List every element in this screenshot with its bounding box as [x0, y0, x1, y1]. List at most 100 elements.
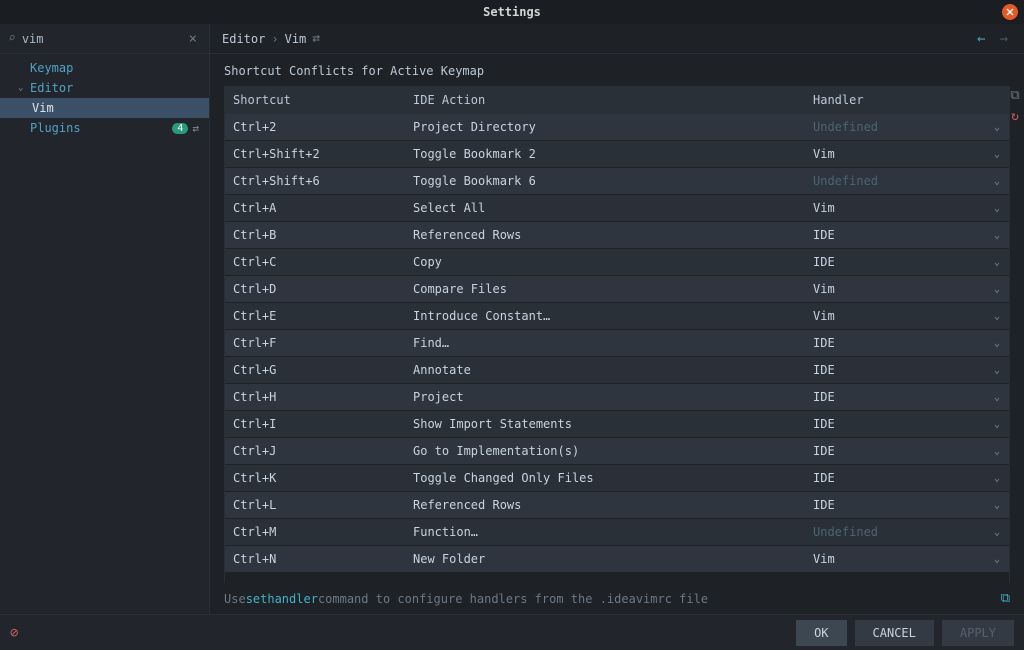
table-row[interactable]: Ctrl+JGo to Implementation(s)IDE⌄ [225, 438, 1009, 465]
footer: ⊘ OK CANCEL APPLY [0, 614, 1024, 650]
cell-action: Compare Files [405, 276, 805, 302]
cell-handler[interactable]: Undefined [805, 168, 985, 194]
external-link-icon[interactable]: ⧉ [1001, 591, 1010, 606]
table-row[interactable]: Ctrl+EIntroduce Constant…Vim⌄ [225, 303, 1009, 330]
chevron-down-icon: ⌄ [18, 83, 28, 93]
cell-action: New Folder [405, 546, 805, 572]
cell-handler[interactable]: IDE [805, 492, 985, 518]
table-row[interactable]: Ctrl+ASelect AllVim⌄ [225, 195, 1009, 222]
breadcrumb-separator: › [271, 32, 278, 46]
cell-action: Annotate [405, 357, 805, 383]
cell-handler[interactable]: IDE [805, 222, 985, 248]
cell-handler[interactable]: IDE [805, 249, 985, 275]
tree-item-plugins[interactable]: Plugins 4 ⇄ [0, 118, 209, 138]
cell-handler[interactable]: IDE [805, 411, 985, 437]
table-row[interactable]: Ctrl+GAnnotateIDE⌄ [225, 357, 1009, 384]
apply-button[interactable]: APPLY [942, 620, 1014, 646]
table-row[interactable]: Ctrl+KToggle Changed Only FilesIDE⌄ [225, 465, 1009, 492]
chevron-down-icon[interactable]: ⌄ [985, 303, 1009, 329]
cell-shortcut: Ctrl+N [225, 546, 405, 572]
reset-icon[interactable]: ⇄ [312, 31, 320, 46]
tree-item-vim[interactable]: Vim [0, 98, 209, 118]
table-toolbar: ⧉ ↻ [1006, 86, 1024, 124]
section-header: Shortcut Conflicts for Active Keymap [210, 54, 1024, 86]
chevron-down-icon[interactable]: ⌄ [985, 438, 1009, 464]
refresh-icon[interactable]: ↻ [1011, 109, 1019, 124]
cell-handler[interactable]: Vim [805, 195, 985, 221]
tree-item-editor[interactable]: ⌄ Editor [0, 78, 209, 98]
table-row[interactable]: Ctrl+IShow Import StatementsIDE⌄ [225, 411, 1009, 438]
table-row[interactable]: Ctrl+MFunction…Undefined⌄ [225, 519, 1009, 546]
search-input[interactable] [22, 32, 179, 46]
reset-icon[interactable]: ⇄ [192, 122, 199, 135]
chevron-down-icon[interactable]: ⌄ [985, 168, 1009, 194]
hint-bar: Use sethandler command to configure hand… [210, 583, 1024, 614]
tree-label: Keymap [30, 61, 199, 75]
cell-handler[interactable]: IDE [805, 384, 985, 410]
chevron-down-icon[interactable]: ⌄ [985, 141, 1009, 167]
table-row[interactable]: Ctrl+Shift+2Toggle Bookmark 2Vim⌄ [225, 141, 1009, 168]
cell-handler[interactable]: Vim [805, 546, 985, 572]
table-row[interactable]: Ctrl+CCopyIDE⌄ [225, 249, 1009, 276]
titlebar: Settings [0, 0, 1024, 24]
chevron-down-icon[interactable]: ⌄ [985, 546, 1009, 572]
cell-action: Copy [405, 249, 805, 275]
cell-action: Referenced Rows [405, 222, 805, 248]
cell-shortcut: Ctrl+J [225, 438, 405, 464]
cell-handler[interactable]: Undefined [805, 519, 985, 545]
table-row[interactable]: Ctrl+2Project DirectoryUndefined⌄ [225, 114, 1009, 141]
cell-handler[interactable]: IDE [805, 438, 985, 464]
cell-action: Find… [405, 330, 805, 356]
table-row[interactable]: Ctrl+DCompare FilesVim⌄ [225, 276, 1009, 303]
chevron-down-icon[interactable]: ⌄ [985, 222, 1009, 248]
chevron-down-icon[interactable]: ⌄ [985, 195, 1009, 221]
chevron-down-icon[interactable]: ⌄ [985, 492, 1009, 518]
chevron-down-icon[interactable]: ⌄ [985, 411, 1009, 437]
table-row[interactable]: Ctrl+LReferenced RowsIDE⌄ [225, 492, 1009, 519]
nav-forward-button[interactable]: → [996, 31, 1012, 47]
table-row[interactable]: Ctrl+FFind…IDE⌄ [225, 330, 1009, 357]
cell-action: Toggle Bookmark 2 [405, 141, 805, 167]
chevron-down-icon[interactable]: ⌄ [985, 384, 1009, 410]
plugins-update-badge: 4 [172, 123, 188, 134]
breadcrumb-parent[interactable]: Editor [222, 32, 265, 46]
cell-handler[interactable]: IDE [805, 357, 985, 383]
close-button[interactable] [1002, 4, 1018, 20]
cancel-button[interactable]: CANCEL [855, 620, 934, 646]
copy-icon[interactable]: ⧉ [1010, 88, 1019, 103]
cell-handler[interactable]: Vim [805, 141, 985, 167]
cell-shortcut: Ctrl+F [225, 330, 405, 356]
cell-action: Function… [405, 519, 805, 545]
chevron-down-icon[interactable]: ⌄ [985, 249, 1009, 275]
cell-handler[interactable]: Vim [805, 276, 985, 302]
cell-handler[interactable]: Vim [805, 303, 985, 329]
cell-action: Toggle Bookmark 6 [405, 168, 805, 194]
chevron-down-icon[interactable]: ⌄ [985, 519, 1009, 545]
clear-search-button[interactable]: × [185, 31, 201, 47]
chevron-down-icon[interactable]: ⌄ [985, 330, 1009, 356]
cell-handler[interactable]: IDE [805, 465, 985, 491]
table-row[interactable]: Ctrl+HProjectIDE⌄ [225, 384, 1009, 411]
table-row[interactable]: Ctrl+NNew FolderVim⌄ [225, 546, 1009, 573]
table-header: Shortcut IDE Action Handler [224, 86, 1010, 113]
cell-shortcut: Ctrl+A [225, 195, 405, 221]
chevron-down-icon[interactable]: ⌄ [985, 276, 1009, 302]
cell-shortcut: Ctrl+G [225, 357, 405, 383]
nav-back-button[interactable]: ← [973, 31, 989, 47]
ok-button[interactable]: OK [796, 620, 846, 646]
table-row[interactable]: Ctrl+BReferenced RowsIDE⌄ [225, 222, 1009, 249]
chevron-down-icon[interactable]: ⌄ [985, 357, 1009, 383]
hint-keyword: sethandler [246, 592, 318, 606]
error-indicator-icon[interactable]: ⊘ [10, 625, 18, 641]
cell-handler[interactable]: Undefined [805, 114, 985, 140]
breadcrumb-bar: Editor › Vim ⇄ ← → [210, 24, 1024, 54]
table-row[interactable]: Ctrl+Shift+6Toggle Bookmark 6Undefined⌄ [225, 168, 1009, 195]
table-body[interactable]: Ctrl+2Project DirectoryUndefined⌄Ctrl+Sh… [224, 113, 1010, 583]
tree-label: Plugins [30, 121, 172, 135]
section-title: Shortcut Conflicts for Active Keymap [224, 64, 484, 78]
hint-post: command to configure handlers from the .… [318, 592, 708, 606]
cell-handler[interactable]: IDE [805, 330, 985, 356]
chevron-down-icon[interactable]: ⌄ [985, 465, 1009, 491]
cell-action: Show Import Statements [405, 411, 805, 437]
tree-item-keymap[interactable]: Keymap [0, 58, 209, 78]
